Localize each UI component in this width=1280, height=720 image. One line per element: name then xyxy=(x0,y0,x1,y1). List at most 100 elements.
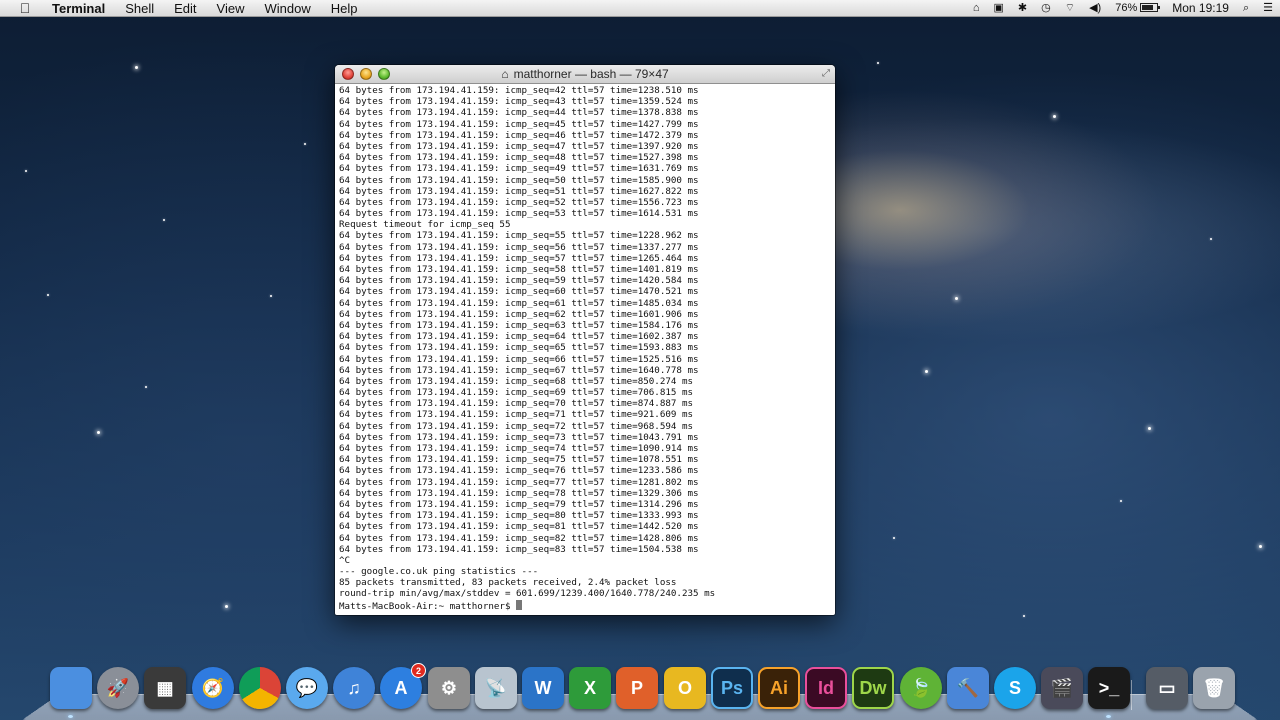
dock-item-indesign[interactable]: Id xyxy=(805,667,847,709)
window-titlebar[interactable]: ⌂ matthorner — bash — 79×47 ⤢ xyxy=(335,65,835,84)
dock-item-trash[interactable]: 🗑 xyxy=(1193,667,1235,709)
photoshop-icon: Ps xyxy=(720,677,744,698)
terminal-line: 64 bytes from 173.194.41.159: icmp_seq=5… xyxy=(339,264,699,275)
terminal-line: 64 bytes from 173.194.41.159: icmp_seq=6… xyxy=(339,375,694,387)
notification-center-icon[interactable]: ☰ xyxy=(1263,0,1273,17)
dock-item-finder[interactable] xyxy=(50,667,92,709)
terminal-line: 64 bytes from 173.194.41.159: icmp_seq=5… xyxy=(339,185,699,197)
terminal-line: 64 bytes from 173.194.41.159: icmp_seq=5… xyxy=(339,196,699,208)
terminal-line: 64 bytes from 173.194.41.159: icmp_seq=5… xyxy=(339,230,699,242)
menu-edit[interactable]: Edit xyxy=(164,0,206,17)
outlook-icon: O xyxy=(677,677,692,698)
dock-item-word[interactable]: W xyxy=(522,667,564,709)
terminal-line: 64 bytes from 173.194.41.159: icmp_seq=4… xyxy=(339,152,699,164)
status-menus: ⌂ ▣ ✱ ◷ ⌔ ◀) 76% Mon 19:19 ⌕ ☰ xyxy=(966,0,1280,17)
menu-app-name[interactable]: Terminal xyxy=(48,0,115,17)
battery-status[interactable]: 76% xyxy=(1115,0,1161,17)
dock-item-dreamweaver[interactable]: Dw xyxy=(852,667,894,709)
terminal-line: 85 packets transmitted, 83 packets recei… xyxy=(339,577,677,589)
terminal-icon: >_ xyxy=(1098,677,1120,698)
dock-item-launchpad[interactable]: 🚀 xyxy=(97,667,139,709)
skype-icon: S xyxy=(1008,677,1021,698)
compass-icon: 🧭 xyxy=(201,677,225,698)
terminal-line: 64 bytes from 173.194.41.159: icmp_seq=5… xyxy=(339,208,699,220)
dock-item-powerpoint[interactable]: P xyxy=(616,667,658,709)
dock-item-terminal[interactable]: >_ xyxy=(1088,667,1130,709)
word-icon: W xyxy=(534,677,552,698)
hammer-icon: 🔨 xyxy=(956,677,980,698)
dock-item-photo-booth[interactable]: ▦ xyxy=(144,667,186,709)
movie-clapper-icon: 🎬 xyxy=(1050,677,1074,698)
terminal-line: 64 bytes from 173.194.41.159: icmp_seq=7… xyxy=(339,487,699,499)
bluetooth-icon[interactable]: ✱ xyxy=(1018,0,1027,17)
terminal-line: 64 bytes from 173.194.41.159: icmp_seq=5… xyxy=(339,241,699,253)
terminal-line: 64 bytes from 173.194.41.159: icmp_seq=5… xyxy=(339,174,699,186)
terminal-line: 64 bytes from 173.194.41.159: icmp_seq=4… xyxy=(339,85,699,96)
dock-item-safari[interactable]: 🧭 xyxy=(192,667,234,709)
dock-item-xcode[interactable]: 🔨 xyxy=(947,667,989,709)
minimize-button[interactable] xyxy=(360,68,372,80)
terminal-line: 64 bytes from 173.194.41.159: icmp_seq=6… xyxy=(339,286,699,298)
apple-menu-icon[interactable]:  xyxy=(16,0,34,16)
music-note-icon: ♫ xyxy=(347,677,361,698)
dreamweaver-icon: Dw xyxy=(859,677,887,698)
terminal-line: 64 bytes from 173.194.41.159: icmp_seq=7… xyxy=(339,454,699,466)
menu-clock[interactable]: Mon 19:19 xyxy=(1172,0,1229,17)
terminal-line: 64 bytes from 173.194.41.159: icmp_seq=7… xyxy=(339,409,694,421)
home-icon[interactable]: ⌂ xyxy=(973,0,980,17)
spotlight-search-icon[interactable]: ⌕ xyxy=(1243,0,1249,17)
battery-percent: 76% xyxy=(1115,2,1138,14)
dock-item-photoshop[interactable]: Ps xyxy=(711,667,753,709)
terminal-line: 64 bytes from 173.194.41.159: icmp_seq=7… xyxy=(339,431,699,443)
terminal-line: 64 bytes from 173.194.41.159: icmp_seq=7… xyxy=(339,465,699,477)
dock-item-outlook[interactable]: O xyxy=(664,667,706,709)
terminal-line: 64 bytes from 173.194.41.159: icmp_seq=6… xyxy=(339,308,699,320)
dock-item-messages[interactable]: 💬 xyxy=(286,667,328,709)
terminal-output[interactable]: 64 bytes from 173.194.41.159: icmp_seq=4… xyxy=(335,84,835,614)
terminal-line: 64 bytes from 173.194.41.159: icmp_seq=4… xyxy=(339,140,699,152)
menu-window[interactable]: Window xyxy=(255,0,321,17)
dock-item-skype[interactable]: S xyxy=(994,667,1036,709)
photo-booth-icon: ▦ xyxy=(156,677,174,698)
dock-item-app-store[interactable]: A2 xyxy=(380,663,426,709)
screen-recorder-icon[interactable]: ▣ xyxy=(994,0,1004,17)
dock-item-illustrator[interactable]: Ai xyxy=(758,667,800,709)
volume-icon[interactable]: ◀) xyxy=(1089,0,1101,17)
dock-item-excel[interactable]: X xyxy=(569,667,611,709)
dock-item-downloads-stack[interactable]: ▭ xyxy=(1146,667,1188,709)
fullscreen-icon[interactable]: ⤢ xyxy=(822,68,830,79)
zoom-button[interactable] xyxy=(378,68,390,80)
running-indicator xyxy=(68,715,73,718)
terminal-line: 64 bytes from 173.194.41.159: icmp_seq=4… xyxy=(339,129,699,141)
terminal-line: 64 bytes from 173.194.41.159: icmp_seq=6… xyxy=(339,387,694,399)
dock-item-system-preferences[interactable]: ⚙ xyxy=(428,667,470,709)
menu-bar:  Terminal Shell Edit View Window Help ⌂… xyxy=(0,0,1280,17)
terminal-line: 64 bytes from 173.194.41.159: icmp_seq=7… xyxy=(339,420,694,432)
notification-badge: 2 xyxy=(411,663,426,678)
terminal-line: 64 bytes from 173.194.41.159: icmp_seq=5… xyxy=(339,275,699,287)
time-machine-icon[interactable]: ◷ xyxy=(1041,0,1051,17)
dock-item-evernote[interactable]: 🍃 xyxy=(900,667,942,709)
indesign-icon: Id xyxy=(818,677,834,698)
terminal-line: 64 bytes from 173.194.41.159: icmp_seq=7… xyxy=(339,498,699,510)
terminal-line: --- google.co.uk ping statistics --- xyxy=(339,566,539,578)
dock-item-itunes[interactable]: ♫ xyxy=(333,667,375,709)
terminal-line: round-trip min/avg/max/stddev = 601.699/… xyxy=(339,588,716,600)
app-store-icon: A xyxy=(394,677,408,698)
window-title: matthorner — bash — 79×47 xyxy=(513,67,669,81)
terminal-line: 64 bytes from 173.194.41.159: icmp_seq=6… xyxy=(339,364,699,376)
dock-item-imovie[interactable]: 🎬 xyxy=(1041,667,1083,709)
dock-item-chrome[interactable] xyxy=(239,667,281,709)
wifi-icon[interactable]: ⌔ xyxy=(1065,0,1075,17)
close-button[interactable] xyxy=(342,68,354,80)
dock-item-network-utility[interactable]: 📡 xyxy=(475,667,517,709)
text-cursor xyxy=(516,599,523,610)
terminal-line: ^C xyxy=(339,554,351,566)
running-indicator xyxy=(1106,715,1111,718)
menu-shell[interactable]: Shell xyxy=(115,0,164,17)
menu-view[interactable]: View xyxy=(207,0,255,17)
menu-help[interactable]: Help xyxy=(321,0,368,17)
terminal-line: 64 bytes from 173.194.41.159: icmp_seq=6… xyxy=(339,331,699,343)
terminal-line: 64 bytes from 173.194.41.159: icmp_seq=6… xyxy=(339,342,699,354)
terminal-line: 64 bytes from 173.194.41.159: icmp_seq=7… xyxy=(339,398,694,410)
